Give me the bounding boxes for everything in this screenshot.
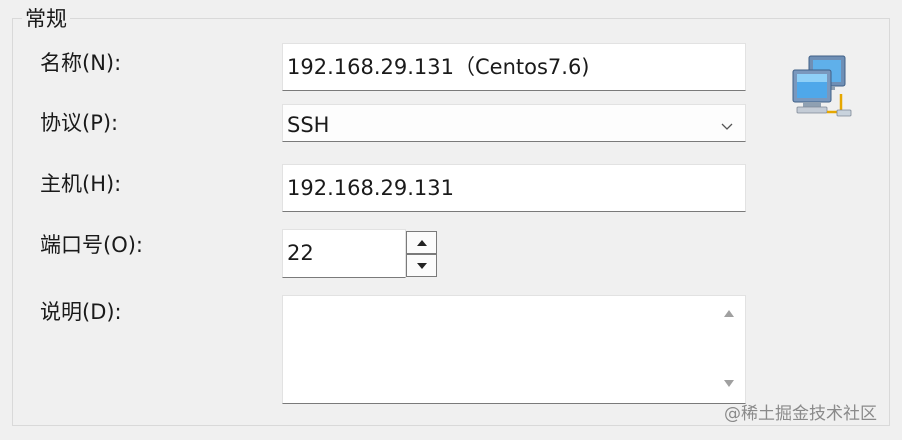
arrow-down-icon xyxy=(416,262,427,269)
port-input[interactable]: 22 xyxy=(282,229,406,278)
watermark-text: @稀土掘金技术社区 xyxy=(724,404,877,424)
chevron-down-icon xyxy=(721,123,733,130)
port-decrement-button[interactable] xyxy=(406,254,437,277)
network-computers-icon xyxy=(792,55,852,117)
port-increment-button[interactable] xyxy=(406,231,437,254)
host-input[interactable]: 192.168.29.131 xyxy=(282,164,746,212)
protocol-selected-value: SSH xyxy=(287,113,330,137)
scroll-down-icon[interactable] xyxy=(723,379,735,389)
description-scrollbar[interactable] xyxy=(714,296,745,403)
protocol-label: 协议(P): xyxy=(40,111,119,135)
name-input[interactable]: 192.168.29.131（Centos7.6) xyxy=(282,43,746,91)
protocol-select[interactable]: SSH xyxy=(282,104,746,142)
port-label: 端口号(O): xyxy=(40,233,143,257)
group-title: 常规 xyxy=(22,4,70,34)
name-label: 名称(N): xyxy=(40,51,122,75)
host-label: 主机(H): xyxy=(40,172,122,196)
arrow-up-icon xyxy=(416,239,427,246)
scroll-up-icon[interactable] xyxy=(723,308,735,318)
description-label: 说明(D): xyxy=(40,300,122,324)
description-textarea[interactable] xyxy=(282,295,746,404)
